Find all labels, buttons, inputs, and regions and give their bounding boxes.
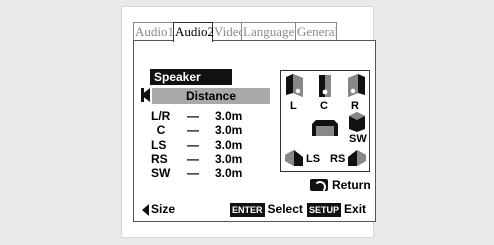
- speaker-label-sw: SW: [349, 133, 367, 145]
- dash: —: [187, 166, 199, 181]
- select-label: Select: [267, 202, 303, 216]
- listener-sofa-icon: [312, 120, 338, 136]
- speaker-name: SW: [151, 166, 171, 181]
- tab-bar: Audio1 Audio2 Video Language General: [133, 22, 338, 42]
- speaker-label-rs: RS: [330, 153, 346, 165]
- enter-key-badge: ENTER: [230, 202, 265, 217]
- tab-video[interactable]: Video: [212, 22, 245, 40]
- speaker-name: C: [156, 123, 166, 138]
- return-icon: [310, 179, 328, 193]
- tab-audio1[interactable]: Audio1: [133, 22, 174, 40]
- size-hint[interactable]: Size: [142, 202, 175, 217]
- tab-audio2[interactable]: Audio2: [173, 22, 214, 42]
- distance-value: 3.0m: [215, 109, 243, 123]
- left-arrow-icon: [141, 88, 150, 102]
- speaker-label-l: L: [290, 100, 297, 112]
- exit-hint[interactable]: SETUP Exit: [307, 202, 366, 217]
- subwoofer-icon: [349, 112, 365, 132]
- speaker-label-c: C: [320, 100, 328, 112]
- dash: —: [187, 137, 199, 152]
- size-label: Size: [151, 202, 176, 216]
- center-speaker-icon: [319, 75, 331, 97]
- distance-value: 3.0m: [215, 137, 243, 152]
- return-hint[interactable]: Return: [310, 178, 371, 193]
- tab-general[interactable]: General: [295, 22, 338, 40]
- speaker-label-ls: LS: [306, 153, 321, 165]
- tab-language[interactable]: Language: [241, 22, 296, 40]
- speaker-name: L/R: [151, 109, 171, 123]
- left-arrow-icon: [142, 203, 149, 216]
- setup-key-badge: SETUP: [307, 202, 342, 217]
- exit-label: Exit: [344, 202, 367, 216]
- dash: —: [187, 151, 199, 166]
- speaker-name: LS: [151, 137, 167, 152]
- selected-menu-item[interactable]: Distance: [152, 88, 270, 104]
- menu-heading: Speaker Setting: [150, 69, 232, 100]
- distance-value: 3.0m: [215, 123, 243, 138]
- dash: —: [187, 123, 199, 138]
- right-speaker-icon: [348, 74, 365, 97]
- left-speaker-icon: [286, 74, 303, 97]
- distance-value: 3.0m: [215, 151, 243, 166]
- distance-value: 3.0m: [215, 166, 243, 181]
- speaker-name: RS: [151, 151, 168, 166]
- left-surround-speaker-icon: [285, 150, 303, 166]
- right-surround-speaker-icon: [348, 150, 366, 166]
- dash: —: [187, 109, 199, 123]
- select-hint[interactable]: ENTER Select: [230, 202, 303, 217]
- return-label: Return: [332, 178, 371, 192]
- speaker-diagram: L C R SW LS RS: [280, 70, 370, 172]
